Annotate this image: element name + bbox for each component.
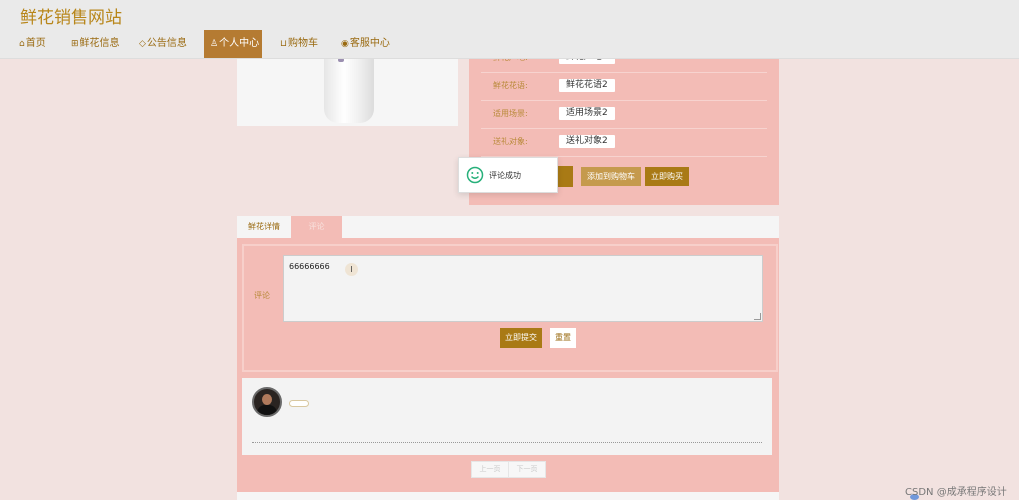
cart-icon: ⊔ <box>280 39 288 49</box>
avatar <box>252 387 282 417</box>
info-row-language: 鲜花花语: 鲜花花语2 <box>481 72 767 101</box>
info-label: 送礼对象: <box>493 137 528 146</box>
nav-item-support[interactable]: ◉客服中心 <box>335 30 396 58</box>
reset-button[interactable]: 重置 <box>550 328 576 348</box>
divider <box>252 442 762 443</box>
avatar-face <box>262 394 272 405</box>
info-label: 鲜花花语: <box>493 81 528 90</box>
nav-item-label: 客服中心 <box>349 38 390 49</box>
nav-item-label: 首页 <box>25 38 46 49</box>
user-icon: ♙ <box>210 39 219 49</box>
site-title: 鲜花销售网站 <box>20 8 122 28</box>
info-label: 适用场景: <box>493 109 528 118</box>
comment-form: 评论 66666666 I 立即提交 重置 <box>242 244 778 372</box>
nav-item-flowers[interactable]: ⊞鲜花信息 <box>65 30 126 58</box>
tab-details[interactable]: 鲜花详情 <box>237 216 291 238</box>
avatar-body <box>257 405 277 415</box>
nav-item-profile[interactable]: ♙个人中心 <box>204 30 262 58</box>
detail-tabs: 鲜花详情 评论 <box>237 216 779 238</box>
toast-message: 评论成功 <box>489 171 521 180</box>
tag-icon: ◇ <box>139 39 146 49</box>
nav-item-cart[interactable]: ⊔购物车 <box>274 30 324 58</box>
nav-item-label: 公告信息 <box>146 38 187 49</box>
support-icon: ◉ <box>341 39 349 49</box>
username-badge <box>289 400 309 407</box>
footer-strip <box>237 492 779 500</box>
info-row-recipient: 送礼对象: 送礼对象2 <box>481 128 767 157</box>
success-toast: 评论成功 <box>458 157 558 193</box>
info-value: 送礼对象2 <box>559 135 615 148</box>
prev-page-button[interactable]: 上一页 <box>471 461 509 478</box>
smile-icon <box>466 166 484 184</box>
info-value: 适用场景2 <box>559 107 615 120</box>
nav-item-label: 鲜花信息 <box>79 38 120 49</box>
resize-handle[interactable] <box>754 313 761 320</box>
gift-icon: ⊞ <box>71 39 79 49</box>
comment-label: 评论 <box>254 291 270 300</box>
add-to-cart-button[interactable]: 添加到购物车 <box>581 167 641 186</box>
info-row-scene: 适用场景: 适用场景2 <box>481 100 767 129</box>
comment-item <box>242 378 772 455</box>
next-page-button[interactable]: 下一页 <box>508 461 546 478</box>
product-image <box>237 58 458 126</box>
comment-text: 66666666 <box>289 262 330 271</box>
info-value: 鲜花花语2 <box>559 79 615 92</box>
comment-panel: 评论 66666666 I 立即提交 重置 上一页 下一页 <box>237 238 779 492</box>
nav-item-label: 个人中心 <box>219 38 260 49</box>
tab-comments[interactable]: 评论 <box>291 216 342 238</box>
buy-now-button[interactable]: 立即购买 <box>645 167 689 186</box>
watermark: CSDN @成承程序设计 <box>905 487 1007 498</box>
nav-item-notices[interactable]: ◇公告信息 <box>133 30 193 58</box>
vase-image <box>324 58 374 123</box>
home-icon: ⌂ <box>19 39 25 49</box>
nav-item-label: 购物车 <box>288 38 319 49</box>
text-cursor-icon: I <box>345 263 358 276</box>
nav-item-home[interactable]: ⌂首页 <box>13 30 52 58</box>
submit-button[interactable]: 立即提交 <box>500 328 542 348</box>
header: 鲜花销售网站 ⌂首页 ⊞鲜花信息 ◇公告信息 ♙个人中心 ⊔购物车 ◉客服中心 <box>0 0 1019 59</box>
